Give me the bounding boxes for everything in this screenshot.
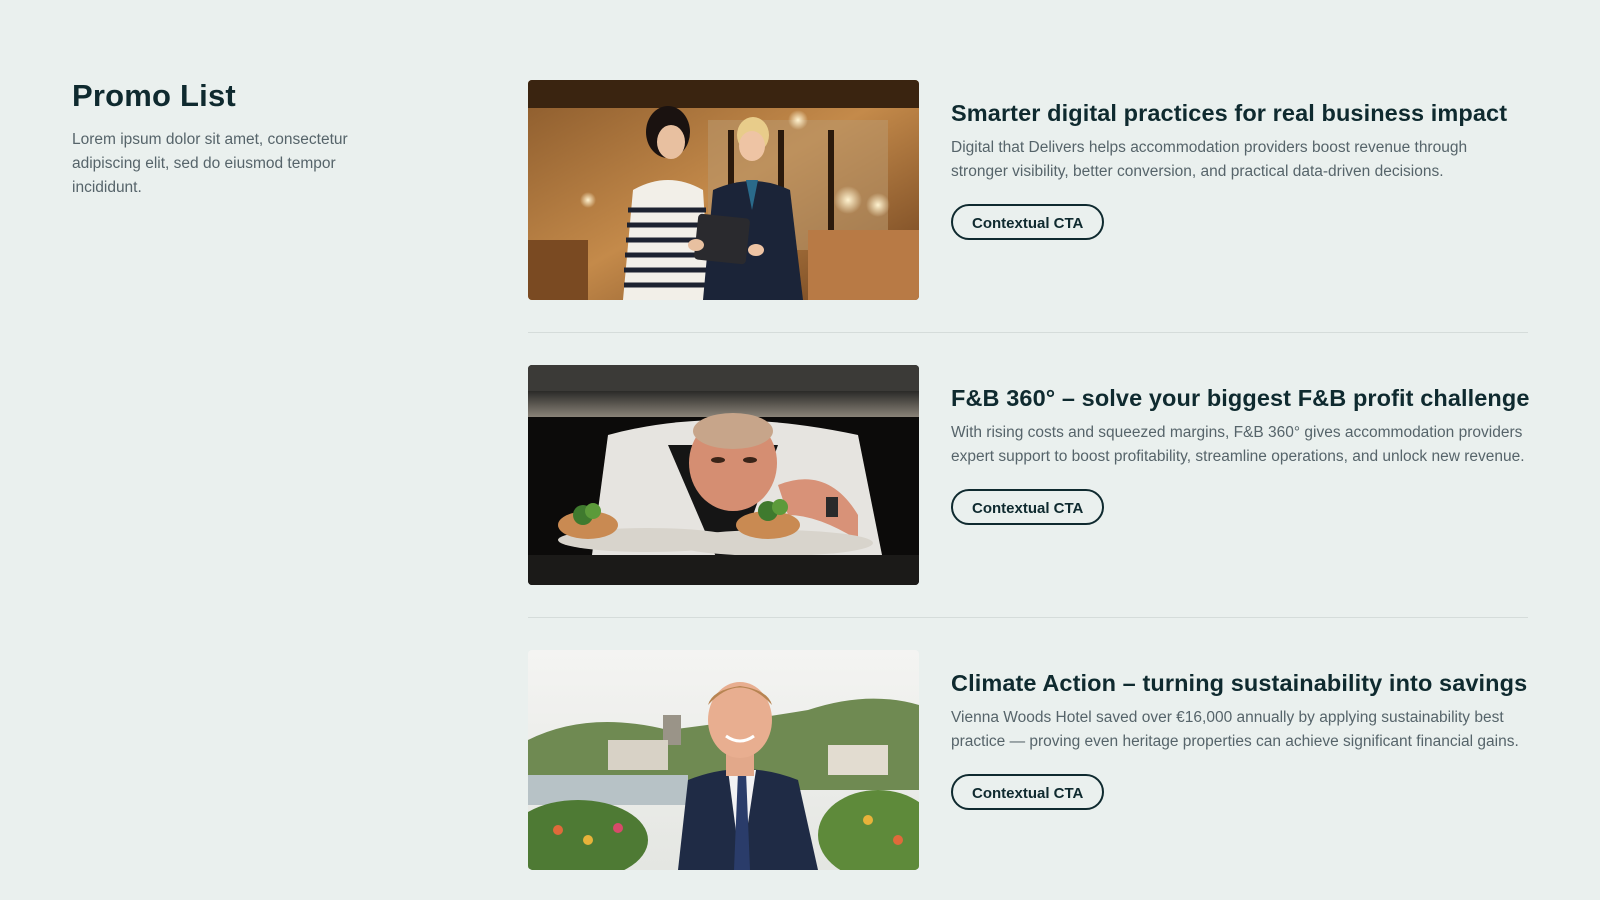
contextual-cta-button[interactable]: Contextual CTA: [951, 489, 1105, 525]
promo-title: Smarter digital practices for real busin…: [951, 100, 1508, 126]
promo-title: Climate Action – turning sustainability …: [951, 670, 1528, 696]
promo-description: Vienna Woods Hotel saved over €16,000 an…: [951, 709, 1519, 750]
intro: Promo List Lorem ipsum dolor sit amet, c…: [72, 78, 372, 200]
promo-content: Smarter digital practices for real busin…: [951, 80, 1528, 300]
promo-description: With rising costs and squeezed margins, …: [951, 424, 1525, 465]
promo-item: Smarter digital practices for real busin…: [528, 80, 1528, 300]
divider: [528, 617, 1528, 618]
promo-image-man-in-suit: [528, 650, 919, 870]
page-title: Promo List: [72, 78, 236, 113]
promo-image-hotel-staff-tablet: [528, 80, 919, 300]
promo-list: Smarter digital practices for real busin…: [528, 80, 1530, 870]
promo-item: F&B 360° – solve your biggest F&B profit…: [528, 365, 1530, 585]
contextual-cta-button[interactable]: Contextual CTA: [951, 774, 1105, 810]
promo-image-chef-plating: [528, 365, 919, 585]
promo-title: F&B 360° – solve your biggest F&B profit…: [951, 385, 1530, 411]
promo-item: Climate Action – turning sustainability …: [528, 650, 1528, 870]
promo-content: F&B 360° – solve your biggest F&B profit…: [951, 365, 1530, 585]
contextual-cta-button[interactable]: Contextual CTA: [951, 204, 1105, 240]
intro-description: Lorem ipsum dolor sit amet, consectetur …: [72, 131, 348, 196]
promo-content: Climate Action – turning sustainability …: [951, 650, 1528, 870]
promo-description: Digital that Delivers helps accommodatio…: [951, 139, 1468, 180]
divider: [528, 332, 1528, 333]
